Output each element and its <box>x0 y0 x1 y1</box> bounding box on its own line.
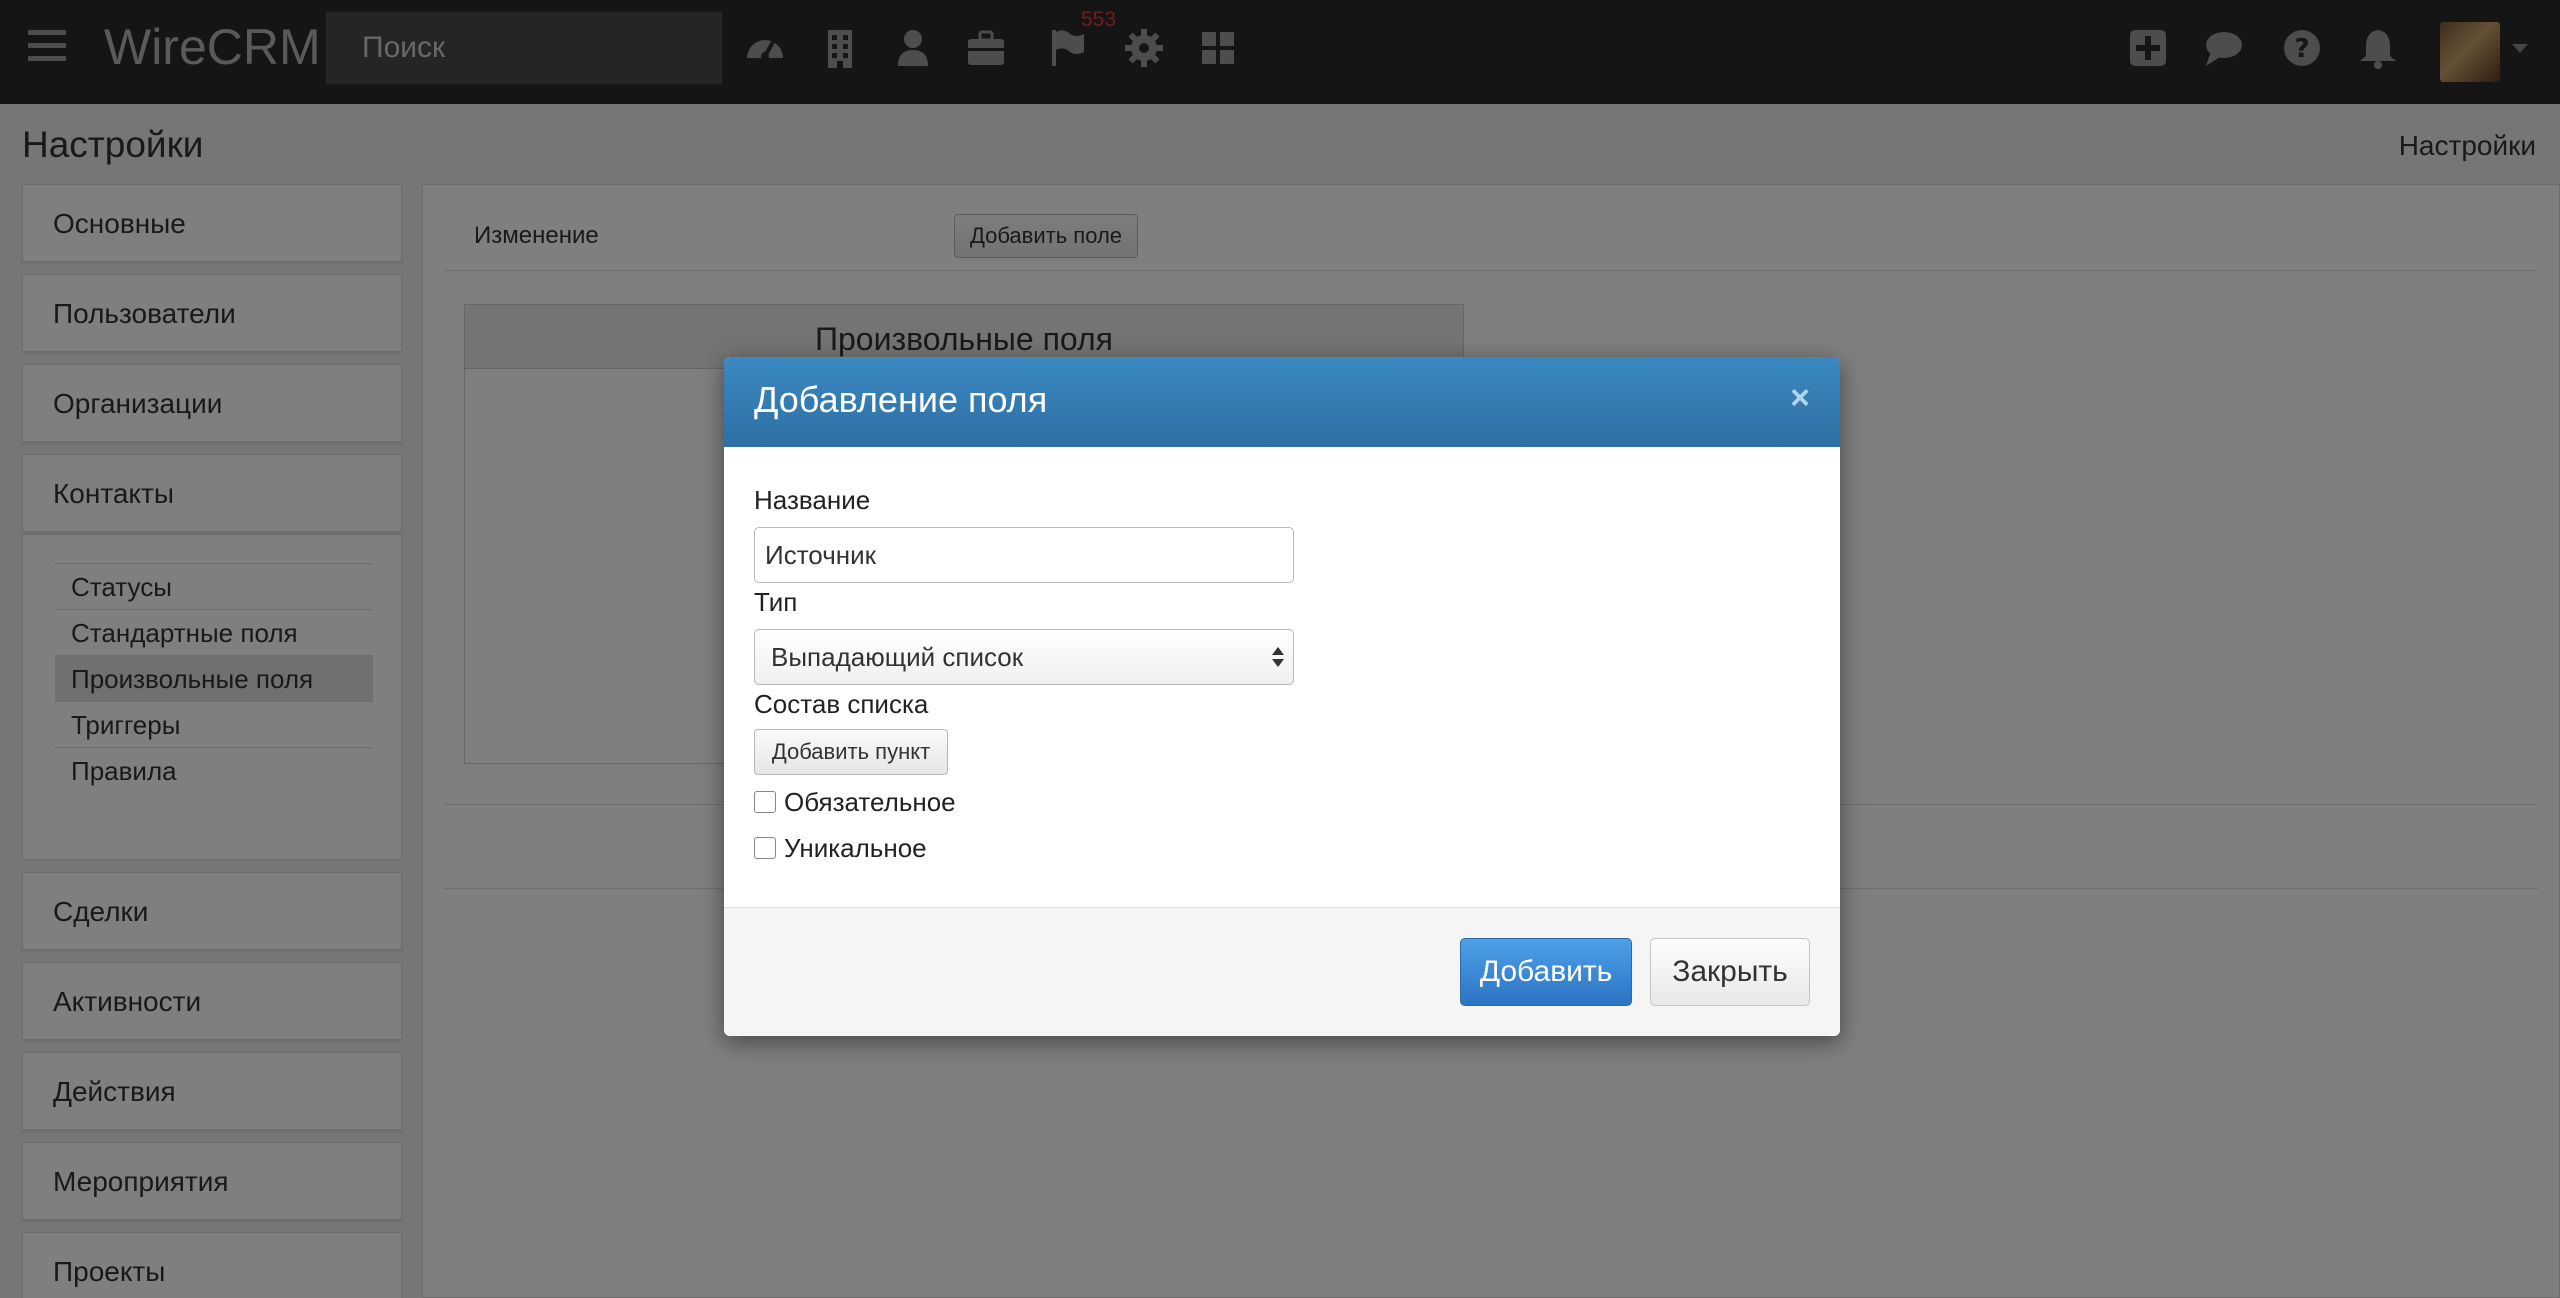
modal-header: Добавление поля × <box>724 357 1840 447</box>
add-item-button[interactable]: Добавить пункт <box>754 729 948 775</box>
required-checkbox[interactable] <box>754 791 776 813</box>
unique-checkbox[interactable] <box>754 837 776 859</box>
type-select-value: Выпадающий список <box>771 642 1024 672</box>
select-arrows-icon <box>1272 647 1284 667</box>
add-button[interactable]: Добавить <box>1460 938 1632 1006</box>
close-icon[interactable]: × <box>1790 379 1810 418</box>
type-label: Тип <box>754 587 798 617</box>
unique-label[interactable]: Уникальное <box>784 833 927 864</box>
modal-body: Название Тип Выпадающий список Состав сп… <box>724 447 1840 907</box>
type-select[interactable]: Выпадающий список <box>754 629 1294 685</box>
required-label[interactable]: Обязательное <box>784 787 956 818</box>
modal-footer: Добавить Закрыть <box>724 907 1840 1036</box>
add-field-modal: Добавление поля × Название Тип Выпадающи… <box>724 357 1840 1036</box>
name-field[interactable] <box>754 527 1294 583</box>
name-label: Название <box>754 485 871 515</box>
close-button[interactable]: Закрыть <box>1650 938 1810 1006</box>
modal-title: Добавление поля <box>754 379 1048 420</box>
list-label: Состав списка <box>754 689 929 719</box>
